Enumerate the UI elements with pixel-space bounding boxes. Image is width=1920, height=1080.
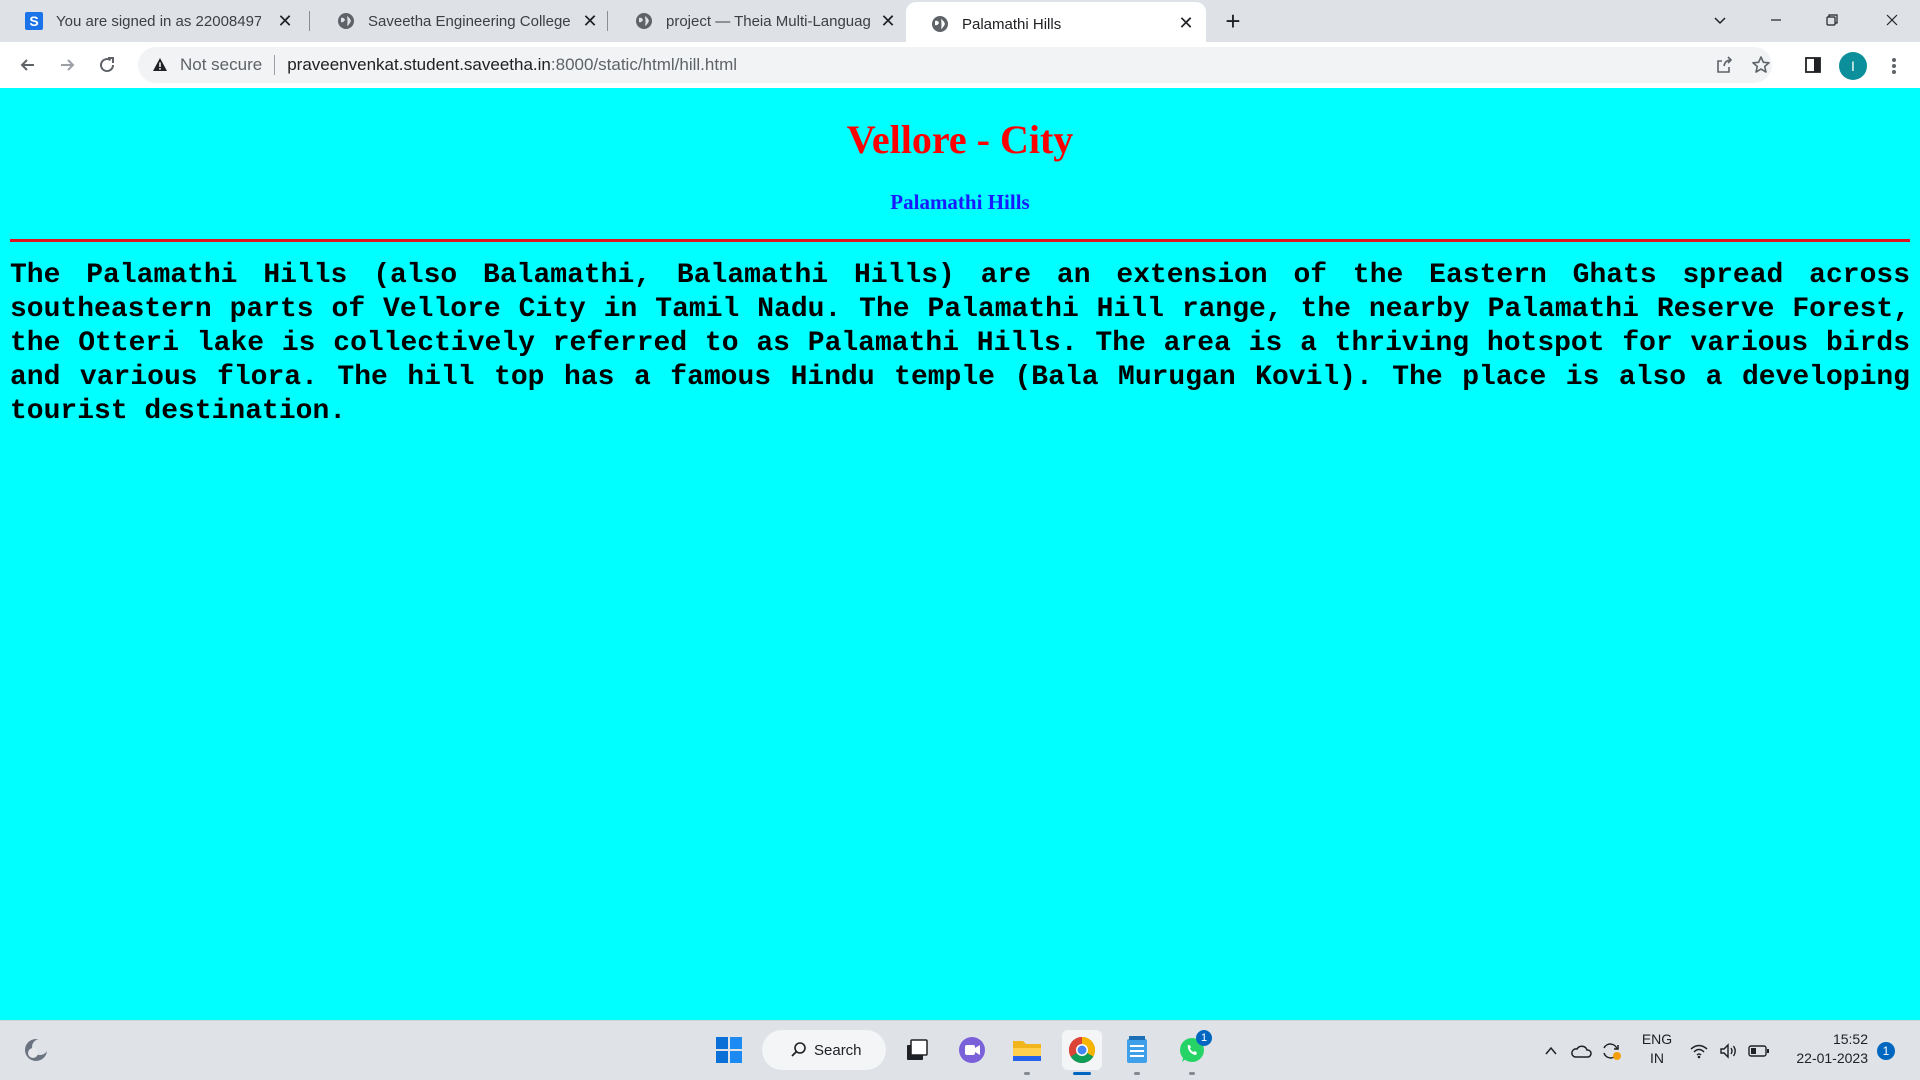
tab-separator [607,11,608,31]
restore-button[interactable] [1804,0,1860,40]
tab-search-button[interactable] [1692,0,1748,40]
arrow-left-icon [20,59,34,71]
start-button[interactable] [709,1030,749,1070]
side-panel-button[interactable] [1797,49,1829,81]
page-subtitle: Palamathi Hills [890,190,1030,214]
tab-title: Palamathi Hills [962,15,1062,33]
warning-icon[interactable] [150,55,170,75]
close-tab-icon[interactable]: ✕ [580,11,600,31]
clock-date: 22-01-2023 [1796,1050,1868,1066]
notepad-icon[interactable] [1117,1030,1157,1070]
file-explorer-icon[interactable] [1007,1030,1047,1070]
globe-icon [634,11,654,31]
tab-theia-project[interactable]: project — Theia Multi-Language ✕ [610,0,908,42]
search-icon [791,1042,806,1057]
tab-title: Saveetha Engineering College [368,12,571,30]
system-clock[interactable]: 15:52 22-01-2023 [1784,1030,1868,1068]
security-label[interactable]: Not secure [180,55,262,75]
active-app-indicator [1073,1072,1091,1075]
search-label: Search [814,1041,862,1059]
url-host[interactable]: praveenvenkat.student.saveetha.in [287,55,551,75]
back-button[interactable] [12,49,44,81]
chevron-down-icon [1714,17,1726,25]
tab-palamathi-hills[interactable]: Palamathi Hills ✕ [906,2,1206,46]
taskbar-search[interactable]: Search [762,1030,886,1070]
forward-button[interactable] [51,49,83,81]
address-divider [274,55,276,75]
running-indicator [1134,1072,1140,1075]
close-icon [1886,14,1898,26]
onedrive-cloud-icon[interactable] [1570,1040,1592,1062]
tab-signed-in[interactable]: S You are signed in as 22008497 ✕ [0,0,305,42]
page-viewport: Vellore - City Palamathi Hills The Palam… [0,88,1920,1020]
reload-button[interactable] [91,49,123,81]
notification-badge[interactable]: 1 [1877,1042,1895,1060]
kebab-menu-icon[interactable] [1882,52,1906,80]
chrome-icon[interactable] [1062,1030,1102,1070]
new-tab-button[interactable]: + [1220,8,1246,35]
tab-separator [309,11,310,31]
close-tab-icon[interactable]: ✕ [878,11,898,31]
minimize-button[interactable] [1748,0,1804,40]
tab-title: project — Theia Multi-Language [666,12,871,30]
sync-icon[interactable] [1600,1040,1622,1062]
tab-strip: S You are signed in as 22008497 ✕ Saveet… [0,0,1920,46]
whatsapp-badge: 1 [1196,1030,1212,1046]
clock-time: 15:52 [1832,1031,1868,1047]
close-tab-icon[interactable]: ✕ [1176,13,1196,33]
windows-logo-icon [716,1037,742,1063]
svg-text:S: S [29,13,38,29]
widgets-weather-icon[interactable] [16,1030,56,1070]
reload-icon [100,57,115,73]
close-window-button[interactable] [1864,0,1920,40]
battery-icon[interactable] [1748,1040,1770,1062]
wifi-icon[interactable] [1688,1040,1710,1062]
globe-icon [930,14,950,34]
browser-toolbar: Not secure praveenvenkat.student.saveeth… [0,42,1920,88]
address-bar[interactable]: Not secure praveenvenkat.student.saveeth… [138,47,1772,83]
chevron-up-icon[interactable] [1540,1040,1562,1062]
teams-chat-icon[interactable] [952,1030,992,1070]
description-paragraph: The Palamathi Hills (also Balamathi, Bal… [10,260,1910,427]
task-view-icon[interactable] [897,1030,937,1070]
side-panel-icon [1805,57,1821,73]
restore-icon [1826,14,1838,26]
minimize-icon [1771,19,1781,21]
running-indicator [1189,1072,1195,1075]
profile-avatar[interactable]: I [1839,52,1867,80]
horizontal-rule [10,239,1910,242]
running-indicator [1024,1072,1030,1075]
volume-icon[interactable] [1718,1040,1740,1062]
page-title: Vellore - City [846,117,1074,162]
bookmark-star-icon[interactable] [1747,51,1775,79]
language-code: ENG [1641,1031,1673,1047]
share-icon[interactable] [1710,51,1738,79]
arrow-right-icon [61,59,75,71]
language-region: IN [1650,1050,1664,1066]
close-tab-icon[interactable]: ✕ [275,11,295,31]
globe-icon [336,11,356,31]
url-path[interactable]: :8000/static/html/hill.html [551,55,737,75]
saveetha-s-icon: S [24,11,44,31]
language-indicator[interactable]: ENG IN [1640,1030,1674,1068]
tab-title: You are signed in as 22008497 [56,12,261,30]
tab-saveetha-college[interactable]: Saveetha Engineering College ✕ [312,0,610,42]
